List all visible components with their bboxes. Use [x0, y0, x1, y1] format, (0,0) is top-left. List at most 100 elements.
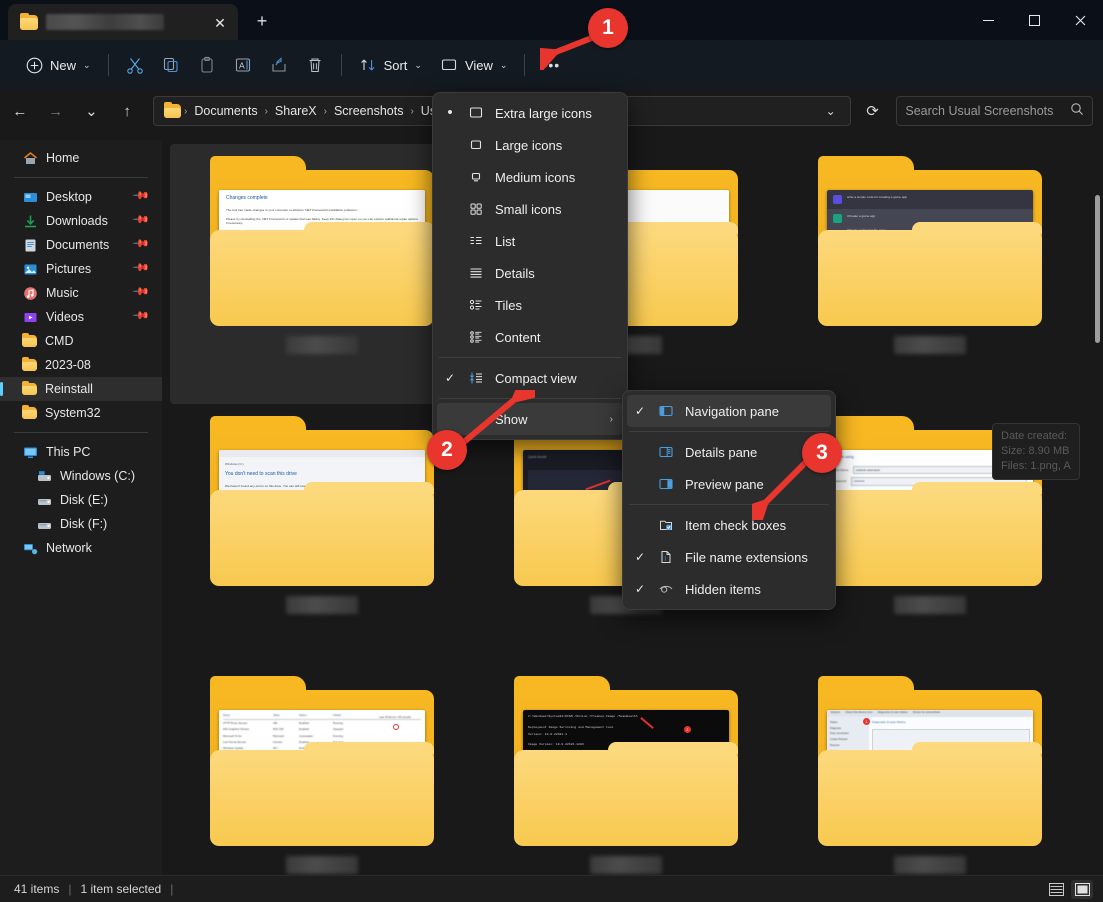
download-icon	[22, 213, 38, 229]
file-item[interactable]: NameValueStatusDetails HTTP Proxy Servic…	[170, 664, 474, 875]
search-box[interactable]	[896, 96, 1093, 126]
browser-tab[interactable]: ✕	[8, 4, 238, 40]
pin-icon[interactable]: 📌	[132, 306, 151, 325]
rename-button[interactable]: A	[225, 49, 261, 81]
sidebar-item-network[interactable]: Network	[0, 536, 162, 560]
preview-text: The tool has made changes to your comput…	[226, 208, 418, 213]
recent-locations-button[interactable]: ⌄	[76, 96, 108, 126]
menu-item-details-pane[interactable]: Details pane	[627, 436, 831, 468]
menu-item-file-name-extensions[interactable]: ✓ I File name extensions	[627, 541, 831, 573]
menu-item-preview-pane[interactable]: Preview pane	[627, 468, 831, 500]
new-button[interactable]: New ⌄	[16, 49, 100, 81]
menu-item-extra-large-icons[interactable]: • Extra large icons	[437, 97, 623, 129]
sidebar-item-documents[interactable]: Documents 📌	[0, 233, 162, 257]
back-button[interactable]: ←	[4, 96, 36, 126]
menu-item-small-icons[interactable]: Small icons	[437, 193, 623, 225]
show-submenu[interactable]: ✓ Navigation pane Details pane Preview p…	[622, 390, 836, 610]
search-icon	[1070, 102, 1084, 121]
sidebar-item-2023-08[interactable]: 2023-08	[0, 353, 162, 377]
menu-item-tiles[interactable]: Tiles	[437, 289, 623, 321]
file-item[interactable]: write a simple code for creating a game …	[778, 144, 1082, 404]
menu-item-label: Show	[495, 412, 528, 427]
sidebar-item-videos[interactable]: Videos 📌	[0, 305, 162, 329]
file-item[interactable]: C:\Windows\System32>DISM /Online /Cleanu…	[474, 664, 778, 875]
sidebar-item-music[interactable]: Music 📌	[0, 281, 162, 305]
menu-item-label: File name extensions	[685, 550, 808, 565]
breadcrumb-sharex[interactable]: ShareX	[269, 101, 323, 121]
sidebar-item-desktop[interactable]: Desktop 📌	[0, 185, 162, 209]
copy-button[interactable]	[153, 49, 189, 81]
divider	[629, 504, 829, 505]
folder-thumbnail: C:\Windows\System32>DISM /Online /Cleanu…	[514, 676, 738, 846]
pin-icon[interactable]: 📌	[132, 258, 151, 277]
preview-pane-icon	[653, 476, 679, 492]
maximize-button[interactable]	[1011, 0, 1057, 40]
refresh-button[interactable]: ⟳	[857, 96, 889, 126]
folder-thumbnail: Changes complete The tool has made chang…	[210, 156, 434, 326]
menu-item-details[interactable]: Details	[437, 257, 623, 289]
divider	[108, 54, 109, 76]
vertical-scrollbar[interactable]	[1091, 140, 1103, 875]
divider: |	[170, 882, 173, 896]
paste-button[interactable]	[189, 49, 225, 81]
sidebar-item-this-pc[interactable]: This PC	[0, 440, 162, 464]
forward-button[interactable]: →	[40, 96, 72, 126]
plus-circle-icon	[25, 56, 43, 74]
pin-icon[interactable]: 📌	[132, 234, 151, 253]
menu-item-list[interactable]: List	[437, 225, 623, 257]
menu-item-large-icons[interactable]: Large icons	[437, 129, 623, 161]
sort-button[interactable]: Sort ⌄	[350, 49, 431, 81]
address-dropdown-button[interactable]: ⌄	[818, 99, 844, 123]
sidebar-item-home[interactable]: Home	[0, 146, 162, 170]
sidebar-item-system32[interactable]: System32	[0, 401, 162, 425]
maximize-icon	[1029, 15, 1040, 26]
sidebar-item-windows-c[interactable]: Windows (C:)	[0, 464, 162, 488]
sidebar-item-reinstall[interactable]: Reinstall	[0, 377, 162, 401]
file-name-redacted	[286, 856, 358, 874]
new-tab-button[interactable]: +	[248, 8, 276, 34]
folder-icon	[164, 104, 181, 118]
close-button[interactable]	[1057, 0, 1103, 40]
menu-item-label: Tiles	[495, 298, 522, 313]
menu-item-hidden-items[interactable]: ✓ Hidden items	[627, 573, 831, 605]
search-input[interactable]	[905, 104, 1070, 118]
preview-text: Version: 10.0.22621.1	[528, 732, 724, 737]
chevron-right-icon: ›	[610, 414, 613, 425]
view-dropdown-menu[interactable]: • Extra large icons Large icons Medium i…	[432, 92, 628, 440]
sidebar-item-disk-f[interactable]: Disk (F:)	[0, 512, 162, 536]
pin-icon[interactable]: 📌	[132, 210, 151, 229]
title-bar: ✕ +	[0, 0, 1103, 40]
ellipsis-icon: •••	[542, 57, 560, 73]
navigation-pane[interactable]: Home Desktop 📌 Downloads 📌 Documents 📌 P…	[0, 140, 162, 875]
folder-icon	[22, 359, 37, 371]
close-icon[interactable]: ✕	[210, 13, 230, 33]
breadcrumb-documents[interactable]: Documents	[188, 101, 263, 121]
more-options-button[interactable]: •••	[533, 49, 569, 81]
large-icons-icon	[463, 137, 489, 153]
details-view-button[interactable]	[1045, 880, 1067, 899]
pin-icon[interactable]: 📌	[132, 282, 151, 301]
menu-item-navigation-pane[interactable]: ✓ Navigation pane	[627, 395, 831, 427]
minimize-button[interactable]	[965, 0, 1011, 40]
large-icons-view-button[interactable]	[1071, 880, 1093, 899]
menu-item-medium-icons[interactable]: Medium icons	[437, 161, 623, 193]
file-item[interactable]: ExploreCheck this device errorDiagnostic…	[778, 664, 1082, 875]
sidebar-item-label: System32	[45, 406, 101, 420]
sidebar-item-downloads[interactable]: Downloads 📌	[0, 209, 162, 233]
breadcrumb-screenshots[interactable]: Screenshots	[328, 101, 409, 121]
pin-icon[interactable]: 📌	[132, 186, 151, 205]
menu-item-compact-view[interactable]: ✓ Compact view	[437, 362, 623, 394]
file-item[interactable]: Changes complete The tool has made chang…	[170, 144, 474, 404]
share-button[interactable]	[261, 49, 297, 81]
up-button[interactable]: ↑	[111, 96, 143, 126]
scrollbar-thumb[interactable]	[1095, 195, 1100, 343]
menu-item-content[interactable]: Content	[437, 321, 623, 353]
delete-button[interactable]	[297, 49, 333, 81]
menu-item-show[interactable]: Show ›	[437, 403, 623, 435]
sidebar-item-pictures[interactable]: Pictures 📌	[0, 257, 162, 281]
sidebar-item-cmd[interactable]: CMD	[0, 329, 162, 353]
cut-button[interactable]	[117, 49, 153, 81]
view-button[interactable]: View ⌄	[431, 49, 517, 81]
sidebar-item-disk-e[interactable]: Disk (E:)	[0, 488, 162, 512]
menu-item-item-check-boxes[interactable]: Item check boxes	[627, 509, 831, 541]
